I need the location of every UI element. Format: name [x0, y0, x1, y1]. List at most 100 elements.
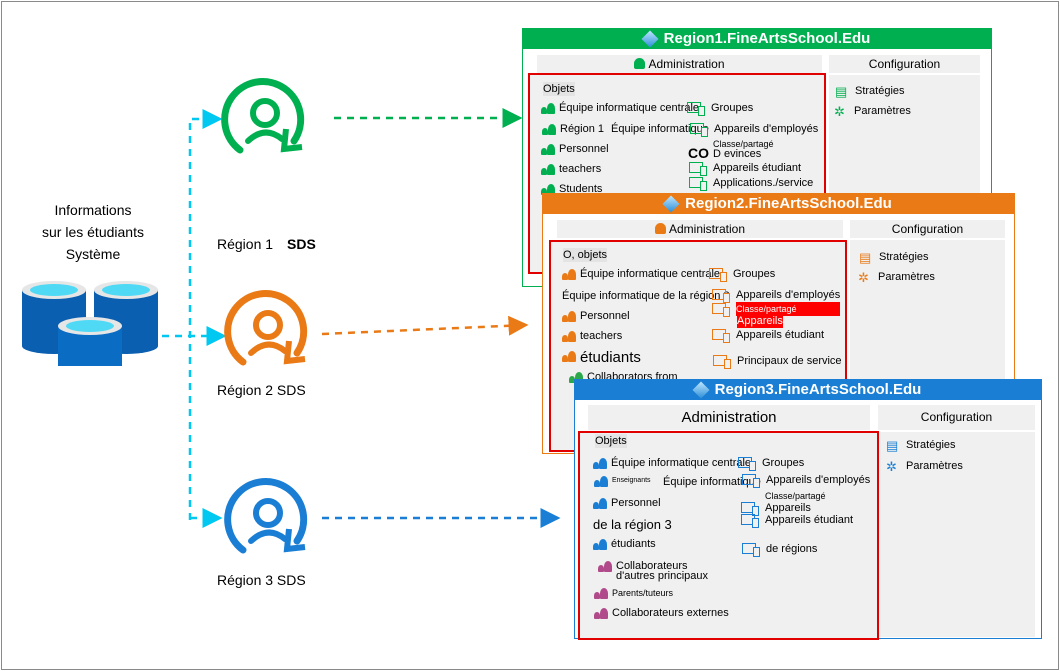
policy-icon: ▤ [835, 84, 848, 99]
configuration-tab[interactable]: Configuration [850, 220, 1005, 238]
administration-label: Administration [668, 222, 746, 236]
database-icon [22, 281, 158, 366]
object-item[interactable]: de régions [766, 542, 817, 556]
sds-label-3: Région 3 SDS [217, 572, 306, 588]
config-item[interactable]: Paramètres [906, 459, 963, 473]
object-item[interactable]: Groupes [733, 267, 775, 281]
objects-label: Objets [543, 82, 575, 96]
object-item[interactable]: D evinces [713, 147, 761, 161]
object-item[interactable]: Appareils d'employés [736, 288, 840, 302]
region-title: Region2.FineArtsSchool.Edu [685, 195, 892, 212]
objects-label: O, objets [563, 248, 608, 262]
object-item[interactable]: étudiants [611, 537, 656, 551]
object-item[interactable]: Enseignants [612, 474, 651, 488]
object-item[interactable]: Appareils [737, 314, 783, 328]
administration-label: Administration [681, 409, 777, 426]
administration-tab[interactable]: Administration [537, 55, 822, 73]
object-item[interactable]: Appareils d'employés [714, 122, 818, 136]
admin-icon [654, 223, 666, 234]
sync-user-icon [223, 473, 313, 568]
config-item[interactable]: Paramètres [878, 270, 935, 284]
object-item[interactable]: Groupes [711, 101, 753, 115]
policy-icon: ▤ [886, 438, 899, 453]
object-item[interactable]: CO [688, 146, 709, 160]
object-item[interactable]: Principaux de service [737, 354, 842, 368]
users-icon [562, 269, 576, 280]
users-icon [594, 608, 608, 619]
users-icon [594, 476, 608, 487]
domain-icon [692, 381, 710, 399]
configuration-tab[interactable]: Configuration [878, 405, 1035, 430]
config-item[interactable]: Stratégies [855, 84, 905, 98]
sds-label-2: Région 2 SDS [217, 382, 306, 398]
devices-icon [741, 502, 759, 516]
devices-icon [742, 543, 760, 557]
devices-icon [738, 457, 756, 471]
source-label: Informations sur les étudiants Système [30, 199, 156, 265]
object-item[interactable]: Équipe informatique de la région 2 [562, 289, 730, 303]
object-item[interactable]: Appareils étudiant [765, 513, 853, 527]
object-item[interactable]: étudiants [580, 350, 641, 365]
domain-icon [662, 195, 680, 213]
users-icon [594, 588, 608, 599]
object-item[interactable]: Personnel [559, 142, 609, 156]
object-item[interactable]: Groupes [762, 456, 804, 470]
object-item[interactable]: Collaborateurs externes [612, 606, 729, 620]
sds-bold: SDS [287, 236, 316, 252]
object-item[interactable]: Appareils étudiant [713, 161, 801, 175]
devices-icon [712, 329, 730, 343]
devices-icon [741, 514, 759, 528]
settings-icon: ✲ [834, 104, 845, 119]
object-item[interactable]: teachers [559, 162, 601, 176]
object-item[interactable]: Région 1 [560, 122, 604, 136]
users-icon [593, 498, 607, 509]
devices-icon [713, 355, 731, 369]
object-item[interactable]: Équipe informatique centrale [559, 101, 699, 115]
settings-icon: ✲ [886, 459, 897, 474]
diagram: Informations sur les étudiants Système R… [0, 0, 1060, 671]
users-icon [562, 331, 576, 342]
users-icon [593, 539, 607, 550]
users-icon [541, 164, 555, 175]
users-icon [593, 458, 607, 469]
source-line: sur les étudiants [42, 224, 144, 240]
configuration-tab[interactable]: Configuration [829, 55, 980, 73]
object-item[interactable]: Équipe informatique centrale [611, 456, 751, 470]
settings-icon: ✲ [858, 270, 869, 285]
region-title-bar: Region2.FineArtsSchool.Edu [543, 194, 1014, 214]
devices-icon [689, 162, 707, 176]
config-item[interactable]: Stratégies [906, 438, 956, 452]
object-item[interactable]: Appareils étudiant [736, 328, 824, 342]
object-item[interactable]: de la région 3 [593, 518, 672, 532]
source-line: Informations [54, 202, 132, 218]
region-title-bar: Region1.FineArtsSchool.Edu [523, 29, 991, 49]
object-item[interactable]: Applications./service [713, 176, 813, 190]
region-title: Region3.FineArtsSchool.Edu [714, 381, 922, 398]
object-item[interactable]: Personnel [580, 309, 630, 323]
administration-tab[interactable]: Administration [588, 405, 870, 430]
devices-icon [690, 123, 708, 137]
administration-tab[interactable]: Administration [557, 220, 843, 238]
region-title: Region1.FineArtsSchool.Edu [663, 30, 871, 47]
region-title-bar: Region3.FineArtsSchool.Edu [575, 380, 1041, 400]
config-item[interactable]: Stratégies [879, 250, 929, 264]
arrow-region2 [321, 315, 529, 336]
users-icon [541, 144, 555, 155]
object-item[interactable]: teachers [580, 329, 622, 343]
devices-icon [742, 474, 760, 488]
object-item[interactable]: Équipe informatique centrale [580, 267, 720, 281]
object-item[interactable]: Appareils d'employés [766, 473, 870, 487]
users-icon [562, 351, 576, 362]
object-item[interactable]: Personnel [611, 496, 661, 510]
object-item[interactable]: Parents/tuteurs [612, 586, 673, 600]
config-item[interactable]: Paramètres [854, 104, 911, 118]
domain-icon [641, 30, 659, 48]
objects-label: Objets [595, 434, 627, 448]
policy-icon: ▤ [859, 250, 872, 265]
devices-icon [712, 289, 730, 303]
devices-icon [687, 102, 705, 116]
object-item[interactable]: d'autres principaux [616, 569, 708, 583]
administration-label: Administration [648, 57, 725, 71]
devices-icon [689, 177, 707, 191]
sync-user-icon [223, 285, 313, 380]
